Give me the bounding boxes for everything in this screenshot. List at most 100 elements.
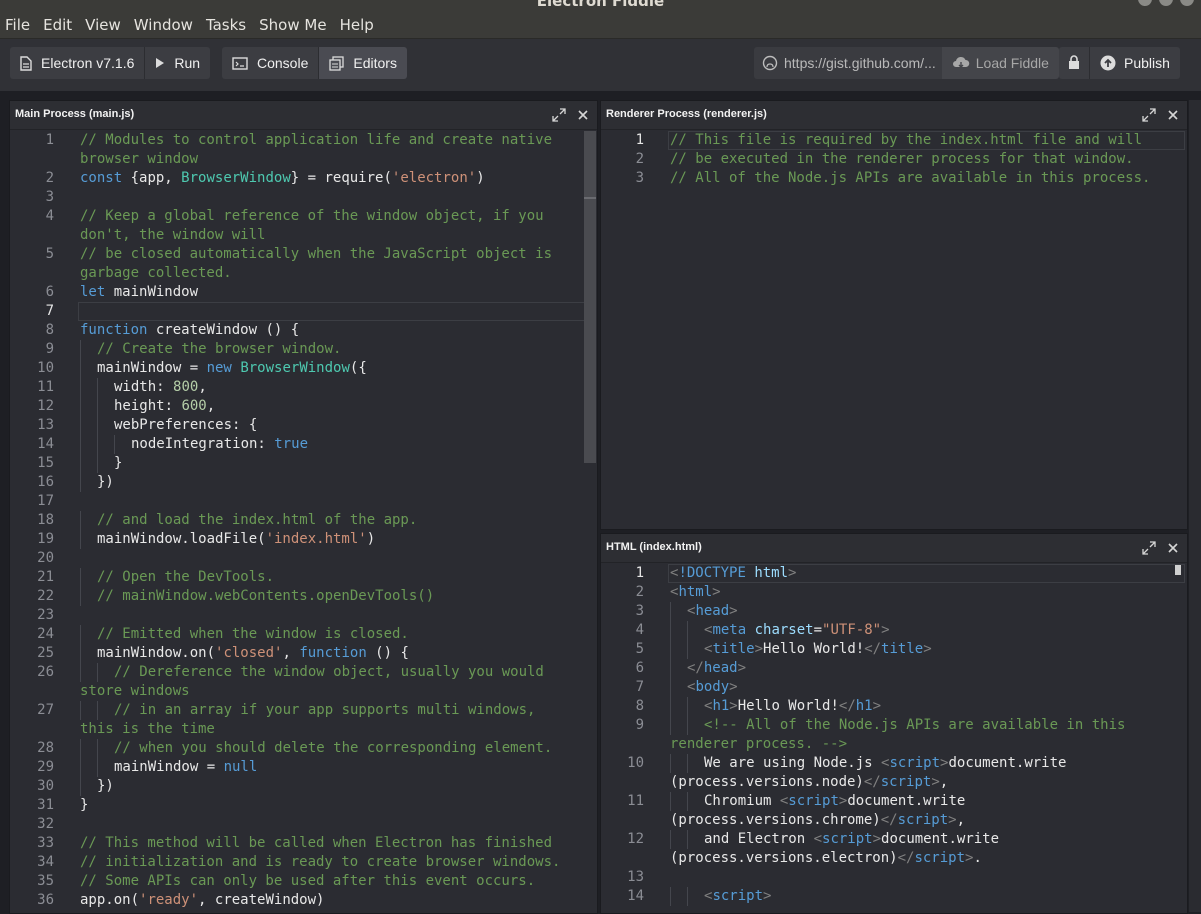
code-line: (process.versions.node)</script>,: [601, 773, 1187, 792]
version-label: Electron v7.1.6: [41, 55, 135, 71]
view-toggle-group: Console Editors: [222, 47, 407, 79]
indent-guide: [80, 587, 81, 606]
indent-guide: [97, 435, 98, 454]
line-number: 7: [635, 679, 644, 695]
console-button[interactable]: Console: [222, 47, 320, 79]
indent-guide: [80, 701, 81, 720]
indent-guide: [80, 758, 81, 777]
line-number: 36: [37, 892, 54, 908]
line-number: 5: [45, 246, 54, 262]
editors-button[interactable]: Editors: [319, 47, 407, 79]
indent-guide: [97, 378, 98, 397]
main-code-editor[interactable]: 1 // Modules to control application life …: [10, 131, 597, 913]
code-line: garbage collected.: [10, 264, 597, 283]
line-number: 13: [37, 417, 54, 433]
indent-guide: [687, 887, 688, 906]
indent-guide: [670, 792, 671, 811]
private-toggle-button[interactable]: [1059, 47, 1090, 79]
maximize-panel-icon[interactable]: [1141, 540, 1157, 556]
line-number: 32: [37, 816, 54, 832]
code-text: // Keep a global reference of the window…: [80, 208, 544, 224]
gist-url-text: https://gist.github.com/...: [784, 55, 936, 71]
line-number: 3: [635, 170, 644, 186]
right-edge-strip: [1189, 100, 1201, 912]
menu-show-me[interactable]: Show Me: [254, 15, 334, 35]
indent-guide: [670, 887, 671, 906]
code-line: 4 <meta charset="UTF-8">: [601, 621, 1187, 640]
line-number: 16: [37, 474, 54, 490]
close-panel-icon[interactable]: [1165, 540, 1181, 556]
code-text: function createWindow () {: [80, 322, 300, 338]
current-line-highlight: [668, 564, 1185, 583]
code-line: 8 function createWindow () {: [10, 321, 597, 340]
line-number: 2: [635, 151, 644, 167]
load-fiddle-button[interactable]: Load Fiddle: [941, 47, 1059, 79]
publish-button[interactable]: Publish: [1090, 47, 1180, 79]
indent-guide: [687, 830, 688, 849]
indent-guide: [670, 754, 671, 773]
menu-file[interactable]: File: [0, 15, 38, 35]
code-text: // when you should delete the correspond…: [114, 740, 553, 756]
line-number: 9: [45, 341, 54, 357]
document-icon: [20, 55, 32, 71]
code-line: 2 const {app, BrowserWindow} = require('e…: [10, 169, 597, 188]
gist-url-field[interactable]: https://gist.github.com/...: [754, 47, 942, 79]
code-line: 3 <head>: [601, 602, 1187, 621]
version-run-group: Electron v7.1.6 Run: [10, 47, 211, 79]
code-text: // be closed automatically when the Java…: [80, 246, 553, 262]
publish-group: Publish: [1059, 47, 1180, 79]
code-line: 6 </head>: [601, 659, 1187, 678]
close-panel-icon[interactable]: [575, 107, 591, 123]
indent-guide: [97, 416, 98, 435]
renderer-code-editor[interactable]: 1// This file is required by the index.h…: [601, 131, 1187, 529]
line-number: 6: [635, 660, 644, 676]
maximize-panel-icon[interactable]: [1141, 107, 1157, 123]
code-text: (process.versions.chrome)</script>,: [670, 812, 966, 828]
maximize-panel-icon[interactable]: [551, 107, 567, 123]
indent-guide: [80, 644, 81, 663]
code-text: Chromium <script>document.write: [704, 793, 966, 809]
html-editor-scrollbar[interactable]: [1175, 565, 1181, 575]
menu-tasks[interactable]: Tasks: [201, 15, 254, 35]
renderer-panel-header: Renderer Process (renderer.js): [601, 101, 1187, 130]
main-process-panel: Main Process (main.js) 1 // Modules to co…: [9, 100, 598, 914]
code-line: 31}: [10, 796, 597, 815]
code-line: 14 nodeIntegration: true: [10, 435, 597, 454]
current-line-highlight: [668, 131, 1185, 150]
line-number: 2: [635, 584, 644, 600]
code-text: <head>: [687, 603, 738, 619]
html-code-editor[interactable]: 1 <!DOCTYPE html> 2 <html> 3 <head> 4 <meta cha…: [601, 564, 1187, 913]
run-button[interactable]: Run: [145, 47, 211, 79]
code-line: 8 <h1>Hello World!</h1>: [601, 697, 1187, 716]
line-number: 30: [37, 778, 54, 794]
line-number: 31: [37, 797, 54, 813]
indent-guide: [670, 697, 671, 716]
code-text: const {app, BrowserWindow} = require('el…: [80, 170, 485, 186]
version-button[interactable]: Electron v7.1.6: [10, 47, 146, 79]
menu-window[interactable]: Window: [129, 15, 201, 35]
toolbar: Electron v7.1.6 Run Console Editors http…: [0, 39, 1201, 91]
line-number: 3: [635, 603, 644, 619]
code-line: 15}: [10, 454, 597, 473]
indent-guide: [80, 416, 81, 435]
code-line: (process.versions.chrome)</script>,: [601, 811, 1187, 830]
menu-help[interactable]: Help: [335, 15, 382, 35]
menu-edit[interactable]: Edit: [38, 15, 80, 35]
code-line: 3: [10, 188, 597, 207]
main-panel-header: Main Process (main.js): [10, 101, 597, 130]
code-text: // mainWindow.webContents.openDevTools(): [97, 588, 435, 604]
indent-guide: [80, 359, 81, 378]
code-text: (process.versions.electron)</script>.: [670, 850, 982, 866]
code-text: <meta charset="UTF-8">: [704, 622, 890, 638]
line-number: 14: [37, 436, 54, 452]
main-editor-scrollbar[interactable]: [584, 131, 596, 463]
code-text: // initialization and is ready to create…: [80, 854, 561, 870]
code-line: 4 // Keep a global reference of the windo…: [10, 207, 597, 226]
code-text: <h1>Hello World!</h1>: [704, 698, 882, 714]
code-text: }): [97, 778, 114, 794]
line-number: 33: [37, 835, 54, 851]
indent-guide: [97, 454, 98, 473]
line-number: 5: [635, 641, 644, 657]
close-panel-icon[interactable]: [1165, 107, 1181, 123]
menu-view[interactable]: View: [80, 15, 129, 35]
